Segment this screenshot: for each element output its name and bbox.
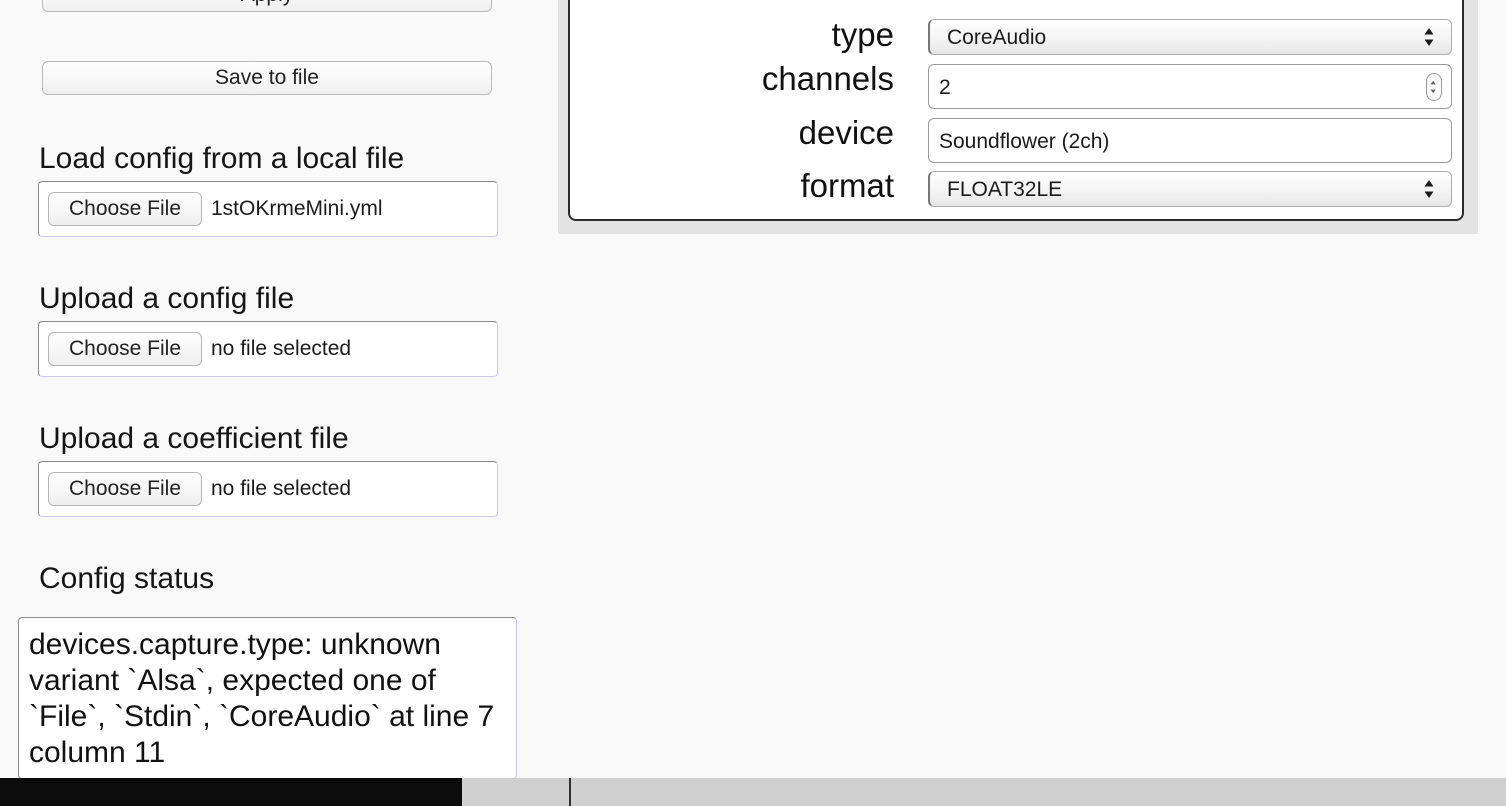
format-select-value: FLOAT32LE xyxy=(947,178,1063,201)
channels-label: channels xyxy=(761,60,894,97)
select-arrows-icon xyxy=(1424,28,1434,46)
device-input[interactable]: Soundflower (2ch) xyxy=(928,118,1452,163)
taskbar-gray-region xyxy=(462,778,1506,806)
upload-coefficient-heading: Upload a coefficient file xyxy=(39,422,349,455)
upload-coefficient-choose-file-button[interactable]: Choose File xyxy=(48,472,202,506)
taskbar-dark-region xyxy=(0,778,462,806)
format-label: format xyxy=(800,167,894,204)
number-stepper-icon[interactable] xyxy=(1426,72,1442,101)
apply-button[interactable]: Apply xyxy=(42,0,492,12)
type-label: type xyxy=(831,16,894,53)
upload-config-choose-file-button[interactable]: Choose File xyxy=(48,332,202,366)
channels-value: 2 xyxy=(939,76,951,99)
load-local-choose-file-button[interactable]: Choose File xyxy=(48,192,202,226)
taskbar-divider xyxy=(569,778,571,806)
upload-config-heading: Upload a config file xyxy=(39,282,295,315)
load-local-file-name: 1stOKrmeMini.yml xyxy=(211,197,383,220)
capture-device-panel: type CoreAudio channels 2 device Soundfl… xyxy=(558,0,1478,234)
device-value: Soundflower (2ch) xyxy=(939,130,1110,153)
upload-coefficient-file-input[interactable]: Choose File no file selected xyxy=(38,461,498,517)
type-select[interactable]: CoreAudio xyxy=(928,19,1452,55)
capture-device-fieldset: type CoreAudio channels 2 device Soundfl… xyxy=(568,0,1464,221)
device-label: device xyxy=(798,114,894,151)
stepper-arrows-icon xyxy=(1430,80,1436,93)
config-status-textarea[interactable]: devices.capture.type: unknown variant `A… xyxy=(18,617,517,779)
upload-config-file-name: no file selected xyxy=(211,337,352,360)
select-arrows-icon xyxy=(1424,180,1434,198)
load-local-file-input[interactable]: Choose File 1stOKrmeMini.yml xyxy=(38,181,498,237)
save-to-file-button[interactable]: Save to file xyxy=(42,61,492,95)
type-select-value: CoreAudio xyxy=(947,26,1047,49)
channels-number-input[interactable]: 2 xyxy=(928,64,1452,109)
config-status-heading: Config status xyxy=(39,562,215,595)
upload-config-file-input[interactable]: Choose File no file selected xyxy=(38,321,498,377)
format-select[interactable]: FLOAT32LE xyxy=(928,171,1452,207)
upload-coefficient-file-name: no file selected xyxy=(211,477,352,500)
load-local-heading: Load config from a local file xyxy=(39,142,405,175)
